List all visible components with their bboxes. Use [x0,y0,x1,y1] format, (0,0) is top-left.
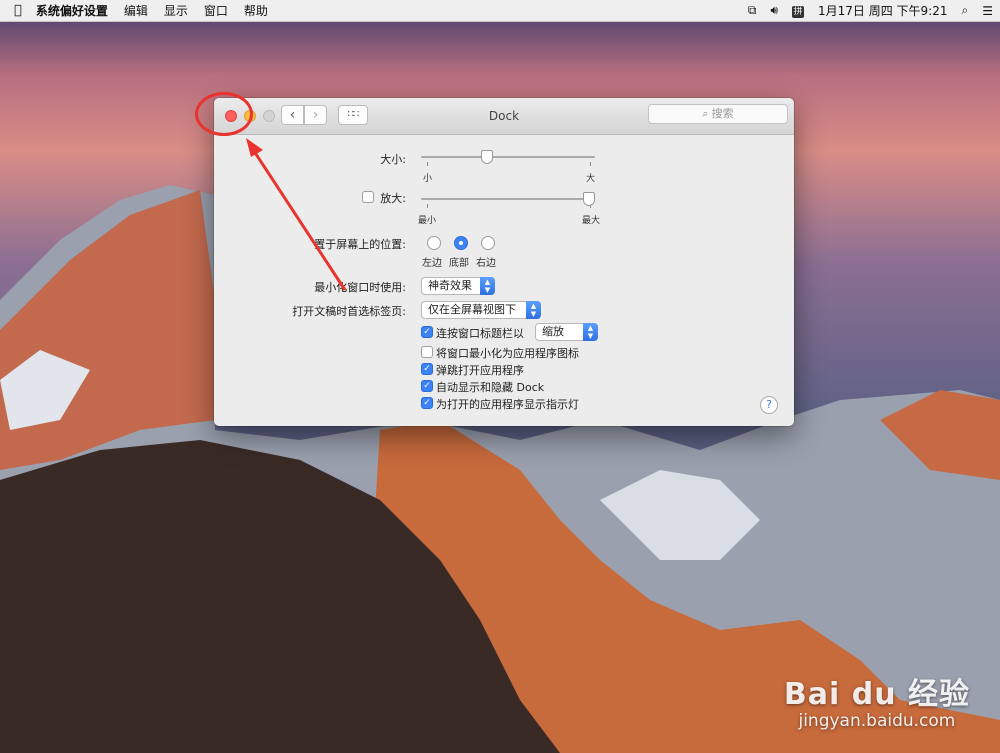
status-area: ⧉ 🔊︎ 拼 1月17日 周四 下午9:21 ⌕ ☰ [741,2,1000,19]
show-indicators-label: 为打开的应用程序显示指示灯 [436,398,579,411]
notification-center-icon[interactable]: ☰ [975,4,1000,18]
display-mirror-icon[interactable]: ⧉ [741,3,764,18]
size-tick-min [427,162,428,166]
search-field[interactable]: ⌕ 搜索 [648,104,788,124]
minimize-effect-label: 最小化窗口时使用: [314,281,406,294]
position-right-radio[interactable] [481,236,495,250]
volume-icon[interactable]: 🔊︎ [763,3,785,18]
dock-preferences-window: ‹ › ∷∷ Dock ⌕ 搜索 大小: 小 大 放大: 最小 最大 置于屏幕上的… [214,98,794,426]
magnify-checkbox[interactable] [362,191,374,203]
minimize-to-app-icon-label: 将窗口最小化为应用程序图标 [436,347,579,360]
magnify-slider-thumb[interactable] [583,192,595,206]
minimize-to-app-icon-checkbox[interactable] [421,346,433,358]
spotlight-search-icon[interactable]: ⌕ [955,3,976,18]
popup-arrows-icon: ▲ ▼ [480,277,495,295]
prefer-tabs-value: 仅在全屏幕视图下 [428,303,516,316]
popup-arrows-icon: ▲ ▼ [583,323,598,341]
magnify-max-label: 最大 [582,216,601,226]
popup-arrows-icon: ▲ ▼ [526,301,541,319]
position-bottom-label: 底部 [449,258,469,269]
magnify-min-label: 最小 [418,216,437,226]
magnify-tick-min [427,204,428,208]
size-label: 大小: [380,153,406,166]
search-icon: ⌕ [702,107,709,120]
position-bottom-radio[interactable] [454,236,468,250]
show-indicators-checkbox[interactable]: ✓ [421,397,433,409]
position-right-label: 右边 [476,258,496,269]
double-click-titlebar-checkbox[interactable]: ✓ [421,326,433,338]
clock[interactable]: 1月17日 周四 下午9:21 [811,2,954,19]
watermark-brand: Bai du 经验 [783,677,970,712]
watermark-url: jingyan.baidu.com [798,711,956,731]
menu-window[interactable]: 窗口 [196,2,236,19]
animate-opening-checkbox[interactable]: ✓ [421,363,433,375]
menu-bar:  系统偏好设置 编辑 显示 窗口 帮助 ⧉ 🔊︎ 拼 1月17日 周四 下午9… [0,0,1000,22]
double-click-titlebar-label: 连按窗口标题栏以 [436,327,524,340]
animate-opening-label: 弹跳打开应用程序 [436,364,524,377]
magnify-label: 放大: [380,192,406,205]
input-method-icon[interactable]: 拼 [785,3,811,18]
size-max-label: 大 [586,174,596,184]
search-placeholder: 搜索 [711,107,734,120]
double-click-action-value: 缩放 [542,325,564,338]
help-button[interactable]: ? [760,396,778,414]
autohide-dock-label: 自动显示和隐藏 Dock [436,381,545,394]
menu-view[interactable]: 显示 [156,2,196,19]
position-label: 置于屏幕上的位置: [314,238,406,251]
magnify-slider[interactable] [421,198,595,200]
size-tick-max [590,162,591,166]
annotation-circle [195,92,253,136]
position-left-radio[interactable] [427,236,441,250]
watermark: Bai du 经验 jingyan.baidu.com [784,669,970,731]
autohide-dock-checkbox[interactable]: ✓ [421,380,433,392]
size-slider-thumb[interactable] [480,150,493,164]
minimize-effect-value: 神奇效果 [428,279,472,292]
input-method-label: 拼 [792,6,805,18]
prefer-tabs-label: 打开文稿时首选标签页: [292,305,406,318]
minimize-effect-popup[interactable]: 神奇效果 ▲ ▼ [421,277,495,295]
double-click-action-popup[interactable]: 缩放 ▲ ▼ [535,323,598,341]
menu-app-name[interactable]: 系统偏好设置 [32,2,116,19]
apple-menu-icon[interactable]:  [0,3,32,18]
menu-help[interactable]: 帮助 [236,2,276,19]
size-min-label: 小 [423,174,433,184]
window-titlebar[interactable]: ‹ › ∷∷ Dock ⌕ 搜索 [214,98,794,135]
position-left-label: 左边 [422,258,442,269]
menu-edit[interactable]: 编辑 [116,2,156,19]
size-slider[interactable] [421,156,595,158]
prefer-tabs-popup[interactable]: 仅在全屏幕视图下 ▲ ▼ [421,301,541,319]
